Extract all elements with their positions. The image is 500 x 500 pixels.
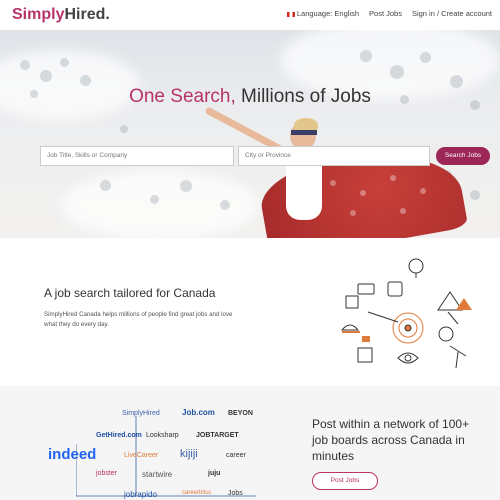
- cloud-shape: [60, 170, 260, 238]
- decor-dot: [390, 65, 404, 79]
- hero-title-accent: One Search,: [129, 86, 236, 107]
- logo-kijiji: kijiji: [180, 448, 198, 460]
- logo-gethired: GetHired.com: [96, 432, 142, 439]
- decor-dot: [120, 125, 128, 133]
- tailored-heading: A job search tailored for Canada: [44, 286, 216, 300]
- post-jobs-button[interactable]: Post Jobs: [312, 472, 378, 490]
- language-selector[interactable]: Language: English: [286, 9, 360, 18]
- hero-banner: One Search, Millions of Jobs Job Title, …: [0, 30, 500, 238]
- cape-dot: [390, 175, 396, 181]
- tailored-section: A job search tailored for Canada SimplyH…: [0, 238, 500, 386]
- decor-dot: [20, 60, 30, 70]
- logo-part-hired: Hired.: [64, 6, 110, 23]
- sign-in-link[interactable]: Sign in / Create account: [412, 9, 492, 18]
- decor-dot: [420, 52, 431, 63]
- logo-careerbliss: careerbliss: [182, 490, 212, 496]
- logo-looksharp: Looksharp: [146, 432, 179, 439]
- job-search-illustration: [340, 258, 472, 369]
- location-input[interactable]: City or Province: [238, 146, 430, 166]
- cape-dot: [400, 208, 406, 214]
- logo-jobrapido: jobrapido: [124, 490, 157, 499]
- decor-dot: [150, 195, 159, 204]
- decor-dot: [180, 180, 192, 192]
- logo-livecareer: LiveCareer: [124, 452, 159, 459]
- decor-dot: [360, 50, 372, 62]
- hero-woman-mask: [291, 130, 317, 135]
- logo-part-simply: Simply: [12, 6, 65, 23]
- canada-flag-icon: [286, 11, 295, 17]
- job-title-input[interactable]: Job Title, Skills or Company: [40, 146, 234, 166]
- cape-dot: [330, 180, 336, 186]
- logo-beyond: BEYON: [228, 410, 253, 417]
- decor-dot: [60, 58, 69, 67]
- cape-dot: [360, 190, 366, 196]
- logo-indeed: indeed: [48, 446, 97, 463]
- logo-career: career: [226, 452, 246, 459]
- simplyhired-logo[interactable]: SimplyHired.: [12, 6, 110, 24]
- search-jobs-button[interactable]: Search Jobs: [436, 147, 490, 165]
- search-bar: Job Title, Skills or Company City or Pro…: [40, 146, 490, 166]
- post-jobs-link[interactable]: Post Jobs: [369, 9, 402, 18]
- logo-jobtarget: JOBTARGET: [196, 432, 239, 439]
- logo-jobcom: Job.com: [182, 408, 215, 417]
- network-section: SimplyHired Job.com BEYON GetHired.com L…: [0, 386, 500, 500]
- decor-dot: [220, 200, 230, 210]
- decor-dot: [100, 180, 111, 191]
- top-header: SimplyHired. Language: English Post Jobs…: [0, 0, 500, 31]
- header-nav: Language: English Post Jobs Sign in / Cr…: [286, 9, 492, 18]
- network-heading: Post within a network of 100+ job boards…: [312, 417, 470, 463]
- cape-dot: [420, 188, 426, 194]
- decor-dot: [80, 75, 91, 86]
- cape-dot: [350, 210, 356, 216]
- logo-jobs: Jobs: [228, 490, 243, 497]
- logo-startwire: startwire: [142, 470, 173, 479]
- logo-juju: juju: [208, 470, 221, 477]
- decor-dot: [40, 70, 52, 82]
- hero-title: One Search, Millions of Jobs: [0, 86, 500, 108]
- language-label: Language: English: [296, 9, 360, 18]
- tailored-description: SimplyHired Canada helps millions of peo…: [44, 311, 233, 328]
- hero-title-rest: Millions of Jobs: [235, 86, 371, 107]
- logo-simplyhired: SimplyHired: [122, 410, 160, 417]
- decor-dot: [470, 190, 480, 200]
- logo-jobster: jobster: [96, 470, 118, 477]
